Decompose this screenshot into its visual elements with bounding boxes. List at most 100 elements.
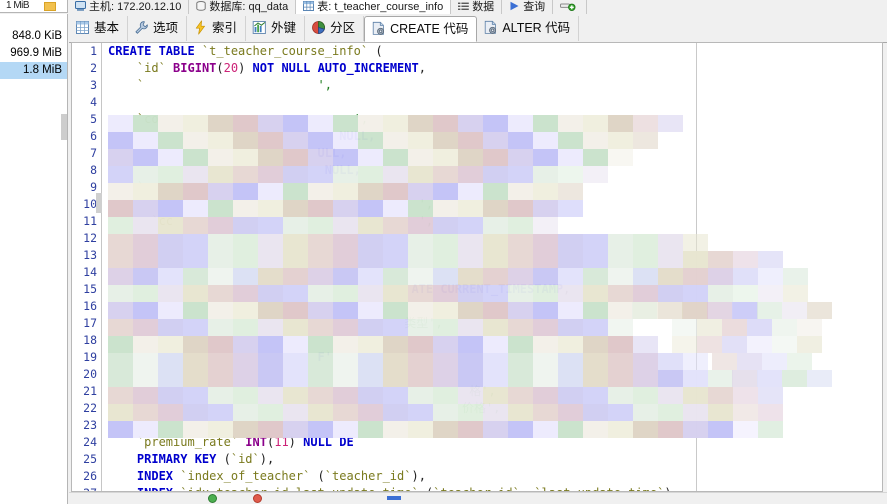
code-line[interactable]: [103, 366, 882, 383]
tab-options[interactable]: 选项: [128, 16, 188, 41]
bottom-item-cancel[interactable]: [252, 493, 264, 504]
line-number: 13: [83, 248, 97, 262]
table-icon: [303, 1, 315, 14]
tab-indexes[interactable]: 索引: [187, 16, 247, 41]
bottom-item-blue[interactable]: [387, 493, 404, 504]
size-row[interactable]: 848.0 KiB: [0, 28, 67, 45]
topbar-item-table[interactable]: 表: t_teacher_course_info: [296, 0, 452, 14]
code-token: `co: [136, 112, 159, 126]
tab-partitions[interactable]: 分区: [305, 16, 365, 41]
code-line[interactable]: [103, 264, 882, 281]
size-row[interactable]: 969.9 MiB: [0, 45, 67, 62]
tab-foreign-keys[interactable]: 外键: [246, 16, 306, 41]
code-line[interactable]: `premium_rate` INT(11) NULL DE: [103, 434, 882, 451]
code-line[interactable]: ',: [103, 196, 882, 213]
line-number: 6: [90, 129, 97, 143]
code-gear-icon: [371, 20, 386, 35]
code-token: `teacher_id`: [433, 486, 520, 491]
code-token: NULL,: [324, 163, 361, 177]
tab-options-label: 选项: [153, 21, 179, 35]
bottom-item-apply[interactable]: [208, 493, 219, 504]
sql-editor-panel[interactable]: 1 2 3 4 5 6 7 8 9 10 11 12 13 14 15 16 17 18 19 20 21 22 23 24 2…: [71, 42, 883, 492]
code-line[interactable]: `: [103, 179, 882, 196]
left-panel-spacer: [0, 14, 67, 28]
table-grid-icon: [75, 19, 90, 34]
tab-basic[interactable]: 基本: [69, 16, 129, 41]
line-number: 7: [90, 146, 97, 160]
line-number: 24: [83, 435, 97, 449]
topbar-left-clipped-tab[interactable]: 1 MiB: [0, 0, 68, 13]
sql-code-area[interactable]: CREATE TABLE `t_teacher_course_info` ( `…: [103, 43, 882, 491]
code-line[interactable]: ` ',: [103, 77, 882, 94]
topbar-item-database[interactable]: 数据库: qq_data: [189, 0, 297, 14]
line-number: 1: [90, 44, 97, 58]
line-number: 2: [90, 61, 97, 75]
line-number: 19: [83, 350, 97, 364]
code-line[interactable]: `id` BIGINT(20) NOT NULL AUTO_INCREMENT,: [103, 60, 882, 77]
code-line[interactable]: [103, 94, 882, 111]
code-token: (: [368, 44, 383, 58]
code-line[interactable]: [103, 247, 882, 264]
grid-data-icon: [458, 2, 469, 14]
code-token: `premium_rate`: [136, 435, 239, 449]
code-line[interactable]: 类型',: [103, 315, 882, 332]
code-line[interactable]: 价格',: [103, 400, 882, 417]
tab-indexes-label: 索引: [212, 21, 238, 35]
database-icon: [196, 1, 207, 14]
code-line[interactable]: [103, 417, 882, 434]
line-number: 5: [90, 112, 97, 126]
topbar-item-query[interactable]: 查询: [502, 0, 554, 14]
code-token: 价格',: [462, 401, 501, 415]
code-line[interactable]: `co ',: [103, 111, 882, 128]
code-line[interactable]: ATE CURRENT_TIMESTAMP,: [103, 281, 882, 298]
line-number: 12: [83, 231, 97, 245]
code-line[interactable]: 格',: [103, 383, 882, 400]
line-number: 14: [83, 265, 97, 279]
code-token: CREATE TABLE: [108, 44, 202, 58]
tab-alter-code[interactable]: ALTER 代码: [477, 16, 580, 41]
line-number: 20: [83, 367, 97, 381]
left-panel-scrollbar[interactable]: [61, 114, 67, 140]
code-line[interactable]: PRIMARY KEY (`id`),: [103, 451, 882, 468]
size-row-selected[interactable]: 1.8 MiB: [0, 62, 67, 79]
code-line[interactable]: [103, 298, 882, 315]
line-number: 4: [90, 95, 97, 109]
code-token: 格',: [469, 384, 496, 398]
code-token: (: [419, 486, 433, 491]
line-number: 3: [90, 78, 97, 92]
gutter-scroll-nub[interactable]: [96, 193, 102, 213]
code-line[interactable]: `cc ',: [103, 213, 882, 230]
tab-create-code[interactable]: CREATE 代码: [364, 16, 478, 42]
code-line[interactable]: CREATE TABLE `t_teacher_course_info` (: [103, 43, 882, 60]
topbar-item-table-label: 表: t_teacher_course_info: [317, 1, 444, 13]
code-line[interactable]: F': [103, 349, 882, 366]
topbar-item-host[interactable]: 主机: 172.20.12.10: [68, 0, 190, 14]
code-token: ,: [520, 486, 534, 491]
code-line[interactable]: [103, 230, 882, 247]
line-number: 8: [90, 163, 97, 177]
code-token: `index_of_teacher`: [180, 469, 311, 483]
code-line[interactable]: NULL,: [103, 128, 882, 145]
code-line[interactable]: INDEX `idx_teacher_id_last_update_time` …: [103, 485, 882, 491]
code-token: INDEX: [137, 486, 173, 491]
code-line[interactable]: INDEX `index_of_teacher` (`teacher_id`),: [103, 468, 882, 485]
topbar-item-data[interactable]: 数据: [451, 0, 503, 14]
code-token: 20: [223, 61, 239, 75]
code-line[interactable]: [103, 332, 882, 349]
code-token: `teacher_id`: [324, 469, 412, 483]
code-line[interactable]: ULL,: [103, 145, 882, 162]
line-number: 16: [83, 299, 97, 313]
code-token: INT: [245, 435, 267, 449]
code-line[interactable]: NULL,: [103, 162, 882, 179]
code-token: (: [216, 452, 231, 466]
code-token: `: [136, 180, 145, 194]
sql-editor[interactable]: 1 2 3 4 5 6 7 8 9 10 11 12 13 14 15 16 17 18 19 20 21 22 23 24 2…: [72, 43, 882, 491]
tab-foreign-keys-label: 外键: [271, 21, 297, 35]
line-number: 21: [83, 384, 97, 398]
topbar-item-add-tab[interactable]: [553, 0, 588, 14]
